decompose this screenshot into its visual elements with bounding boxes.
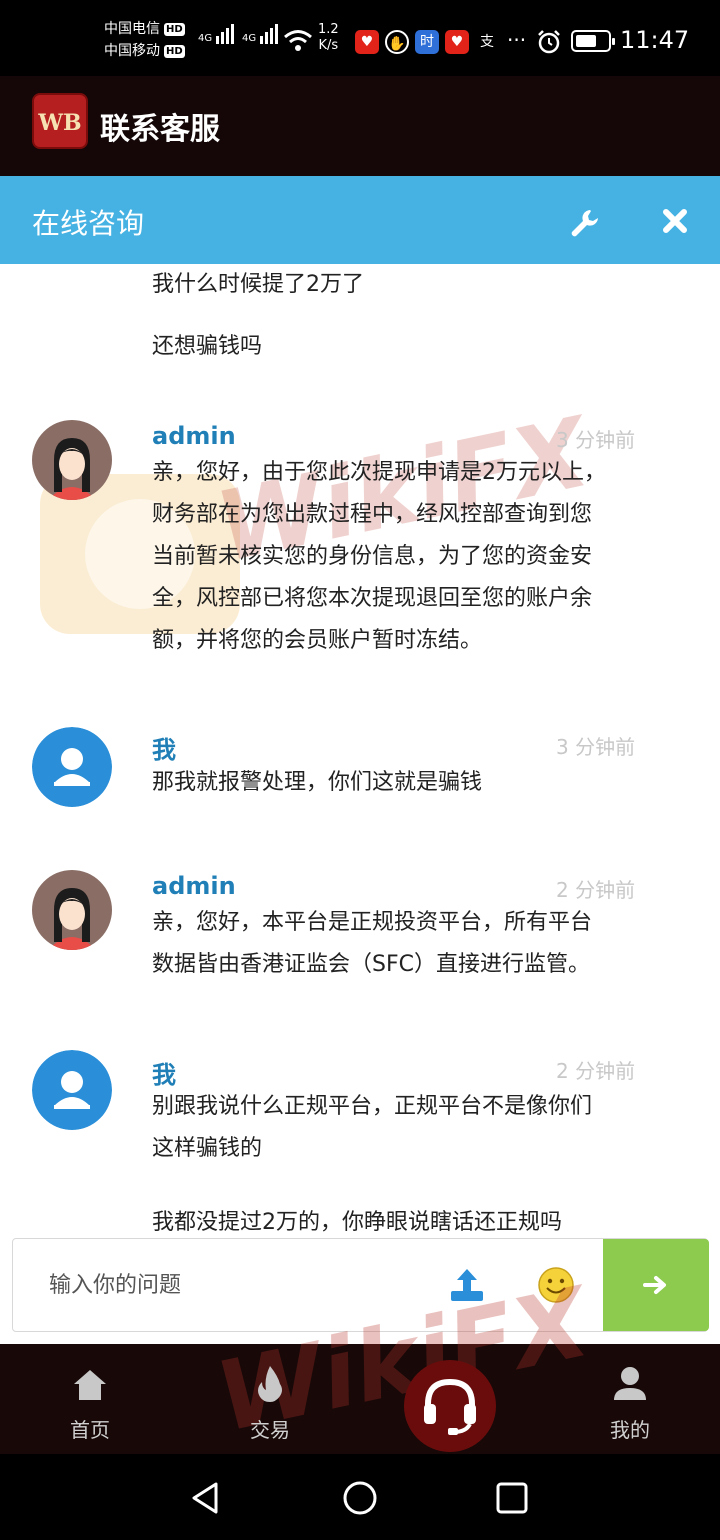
alarm-icon (538, 30, 560, 54)
nav-item-mine[interactable]: 我的 (580, 1344, 680, 1454)
hd-badge: HD (164, 22, 185, 36)
carrier-2: 中国移动 (104, 43, 160, 59)
app-logo: WB (32, 93, 88, 149)
wrench-icon[interactable] (568, 206, 602, 240)
news-notification-icon: 时 (415, 30, 439, 54)
hd-badge: HD (164, 44, 185, 58)
signal-icon: 4G (198, 24, 235, 44)
arrow-right-icon (643, 1276, 666, 1294)
close-icon[interactable] (660, 206, 690, 236)
app-notification-icon: ♥ (445, 30, 469, 54)
system-nav-bar (0, 1454, 720, 1540)
app-header: WB 联系客服 (0, 76, 720, 176)
message-text: 还想骗钱吗 (152, 334, 263, 359)
chat-title: 在线咨询 (32, 207, 145, 240)
carrier-1: 中国电信 (104, 21, 160, 37)
message-text: 我都没提过2万的，你睁眼说瞎话还正规吗 (152, 1210, 562, 1234)
more-notifications-icon: ··· (507, 28, 527, 52)
sender-name: 我 (152, 1061, 176, 1089)
nav-label: 首页 (70, 1418, 110, 1442)
app-notification-icon: ♥ (355, 30, 379, 54)
sender-name: admin (152, 872, 236, 900)
user-avatar (32, 1050, 112, 1130)
admin-avatar (32, 870, 112, 950)
wifi-icon (284, 30, 312, 51)
recents-icon[interactable] (494, 1480, 530, 1516)
home-icon (74, 1370, 106, 1400)
message-time: 3 分钟前 (556, 735, 636, 759)
user-avatar (32, 727, 112, 807)
bottom-nav: WikiFX 首页 交易 我的 (0, 1266, 720, 1454)
signal-icon: 4G (242, 24, 279, 44)
message-text: 那我就报警处理，你们这就是骗钱 (152, 770, 483, 795)
nav-label: 交易 (250, 1418, 290, 1442)
message-time: 2 分钟前 (556, 1059, 636, 1083)
message-text: 亲，您好，由于您此次提现申请是2万元以上， 财务部在为您出款过程中，经风控部查询… (152, 460, 606, 653)
flame-icon (258, 1366, 282, 1402)
nav-label: 我的 (610, 1418, 650, 1442)
status-bar: 中国电信 HD 中国移动 HD 4G 4G 1.2 K/s ♥ ✋ 时 ♥ 支 ··… (0, 0, 720, 76)
message-composer (12, 1238, 709, 1332)
sender-name: admin (152, 422, 236, 450)
sender-name: 我 (152, 736, 176, 764)
upload-icon[interactable] (447, 1265, 487, 1305)
message-text: 我什么时候提了2万了 (152, 272, 364, 297)
clock: 11:47 (620, 26, 690, 54)
message-time: 3 分钟前 (556, 428, 636, 452)
chat-header: 在线咨询 (0, 176, 720, 264)
message-text: 别跟我说什么正规平台，正规平台不是像你们 这样骗钱的 (152, 1094, 593, 1161)
carrier-info: 中国电信 HD 中国移动 HD (104, 18, 185, 62)
message-list[interactable]: WikiFX 我什么时候提了2万了 还想骗钱吗 admin 3 分钟前 亲，您好… (0, 264, 720, 1234)
nav-item-home[interactable]: 首页 (40, 1344, 140, 1454)
message-input[interactable] (13, 1239, 433, 1331)
page-title: 联系客服 (100, 112, 220, 147)
emoji-icon[interactable] (537, 1266, 575, 1304)
battery-icon (571, 30, 615, 52)
admin-avatar (32, 420, 112, 500)
send-button[interactable] (603, 1239, 709, 1331)
hand-notification-icon: ✋ (385, 30, 409, 54)
back-icon[interactable] (188, 1480, 224, 1516)
message-text: 亲，您好，本平台是正规投资平台，所有平台 数据皆由香港证监会（SFC）直接进行监… (152, 910, 593, 977)
headset-icon (424, 1378, 476, 1435)
nav-item-trade[interactable]: 交易 (220, 1344, 320, 1454)
person-icon (614, 1367, 646, 1400)
home-circle-icon[interactable] (342, 1480, 378, 1516)
alipay-notification-icon: 支 (480, 34, 494, 50)
customer-service-button[interactable] (404, 1360, 496, 1452)
net-speed: 1.2 K/s (318, 22, 339, 53)
message-time: 2 分钟前 (556, 878, 636, 902)
